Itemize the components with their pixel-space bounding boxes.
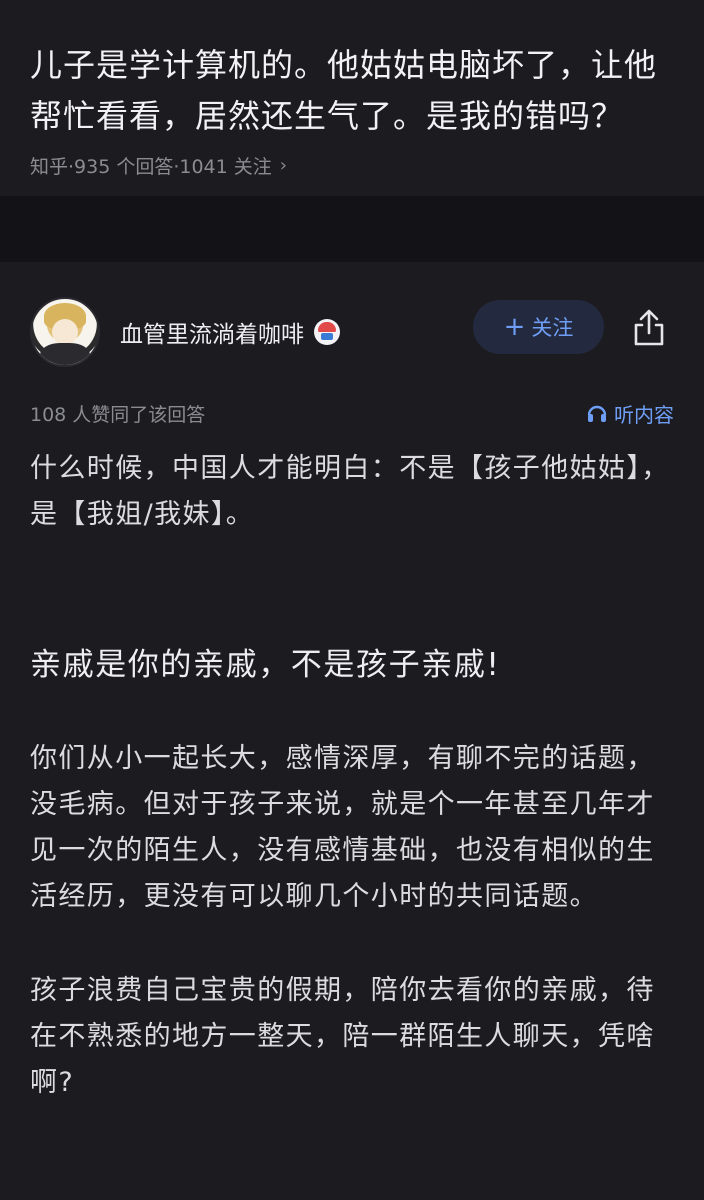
listen-label: 听内容 — [614, 402, 674, 427]
question-meta[interactable]: 知乎·935 个回答·1041 关注 › — [30, 152, 674, 179]
paragraph-1: 什么时候，中国人才能明白：不是【孩子他姑姑】，是【我姐/我妹】。 — [30, 453, 670, 530]
share-icon — [634, 309, 664, 346]
badge-icon — [314, 319, 340, 345]
likes-count: 108 人赞同了该回答 — [30, 403, 206, 426]
chevron-right-icon: › — [279, 155, 287, 176]
paragraph-2: 你们从小一起长大，感情深厚，有聊不完的话题，没毛病。但对于孩子来说，就是个一年甚… — [30, 743, 655, 912]
author-row: 血管里流淌着咖啡 + 关注 — [30, 262, 674, 402]
author-name[interactable]: 血管里流淌着咖啡 — [120, 315, 304, 349]
author-name-group[interactable]: 血管里流淌着咖啡 — [120, 315, 340, 349]
question-header: 儿子是学计算机的。他姑姑电脑坏了，让他帮忙看看，居然还生气了。是我的错吗？ 知乎… — [0, 0, 704, 196]
share-button[interactable] — [628, 307, 670, 349]
section-divider — [0, 196, 704, 262]
question-stats[interactable]: 知乎·935 个回答·1041 关注 — [30, 152, 272, 179]
answer-content[interactable]: 什么时候，中国人才能明白：不是【孩子他姑姑】，是【我姐/我妹】。 亲戚是你的亲戚… — [30, 446, 674, 1106]
follow-button[interactable]: + 关注 — [473, 300, 604, 354]
listen-button[interactable]: 听内容 — [586, 399, 674, 428]
answer-card: 血管里流淌着咖啡 + 关注 108 人赞同了该回答 听内容 什么时候，中国人才能… — [0, 262, 704, 1200]
question-title[interactable]: 儿子是学计算机的。他姑姑电脑坏了，让他帮忙看看，居然还生气了。是我的错吗？ — [30, 40, 674, 142]
avatar[interactable] — [30, 297, 100, 367]
avatar-face — [52, 319, 78, 345]
plus-icon: + — [503, 312, 526, 342]
follow-label: 关注 — [531, 316, 574, 340]
avatar-coat — [40, 343, 90, 365]
paragraph-3: 孩子浪费自己宝贵的假期，陪你去看你的亲戚，待在不熟悉的地方一整天，陪一群陌生人聊… — [30, 975, 655, 1098]
paragraph-heading: 亲戚是你的亲戚，不是孩子亲戚! — [30, 647, 501, 683]
headphones-icon — [587, 405, 607, 422]
